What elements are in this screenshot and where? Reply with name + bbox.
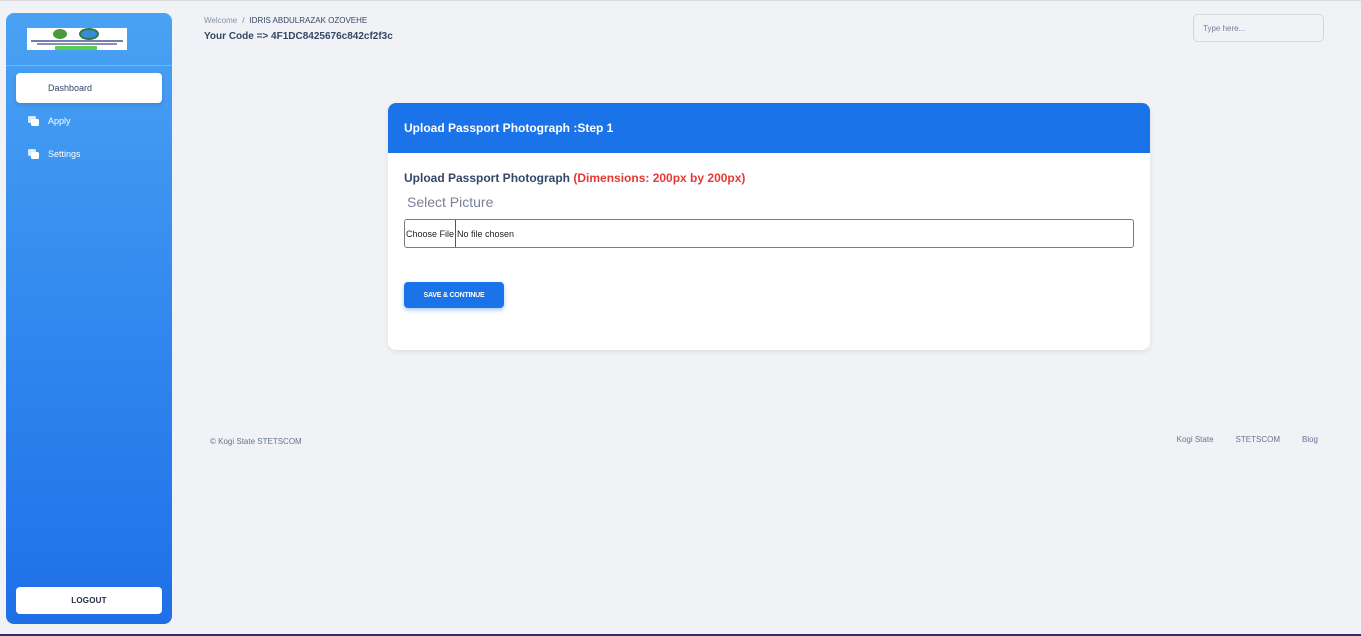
breadcrumb: Welcome / IDRIS ABDULRAZAK OZOVEHE: [204, 16, 367, 25]
sidebar-item-label: Apply: [48, 116, 71, 126]
copy-icon: [28, 148, 40, 160]
search-input[interactable]: [1193, 14, 1324, 42]
footer-links: Kogi State STETSCOM Blog: [1177, 435, 1318, 444]
file-status: No file chosen: [457, 228, 515, 239]
file-input[interactable]: Choose File No file chosen: [404, 219, 1134, 248]
upload-label: Upload Passport Photograph (Dimensions: …: [404, 171, 1134, 185]
dimensions-note: (Dimensions: 200px by 200px): [573, 171, 746, 185]
save-continue-button[interactable]: SAVE & CONTINUE: [404, 282, 504, 308]
copyright: © Kogi State STETSCOM: [210, 437, 302, 446]
logo[interactable]: [27, 28, 127, 50]
sidebar-item-label: Settings: [48, 149, 81, 159]
sidebar-nav: Dashboard Apply Settings: [6, 73, 172, 169]
sidebar-item-settings[interactable]: Settings: [16, 139, 162, 169]
sidebar: Dashboard Apply Settings LOGOUT: [6, 13, 172, 624]
sidebar-item-apply[interactable]: Apply: [16, 106, 162, 136]
copy-icon: [28, 115, 40, 127]
breadcrumb-user-name: IDRIS ABDULRAZAK OZOVEHE: [249, 16, 368, 25]
footer-link-blog[interactable]: Blog: [1302, 435, 1318, 444]
select-picture-label: Select Picture: [407, 194, 494, 210]
card-body: Upload Passport Photograph (Dimensions: …: [388, 153, 1150, 326]
choose-file-button[interactable]: Choose File: [405, 220, 457, 247]
sidebar-item-label: Dashboard: [48, 83, 93, 93]
breadcrumb-separator: /: [242, 16, 245, 25]
breadcrumb-root[interactable]: Welcome: [204, 16, 237, 25]
footer-link-kogi-state[interactable]: Kogi State: [1177, 435, 1214, 444]
footer-link-stetscom[interactable]: STETSCOM: [1236, 435, 1280, 444]
user-code: Your Code => 4F1DC8425676c842cf2f3c: [204, 31, 393, 42]
sidebar-item-dashboard[interactable]: Dashboard: [16, 73, 162, 103]
card-title: Upload Passport Photograph :Step 1: [388, 103, 1150, 153]
logo-area: [6, 13, 172, 66]
upload-label-text: Upload Passport Photograph: [404, 171, 571, 185]
logout-button[interactable]: LOGOUT: [16, 587, 162, 614]
upload-card: Upload Passport Photograph :Step 1 Uploa…: [388, 103, 1150, 350]
